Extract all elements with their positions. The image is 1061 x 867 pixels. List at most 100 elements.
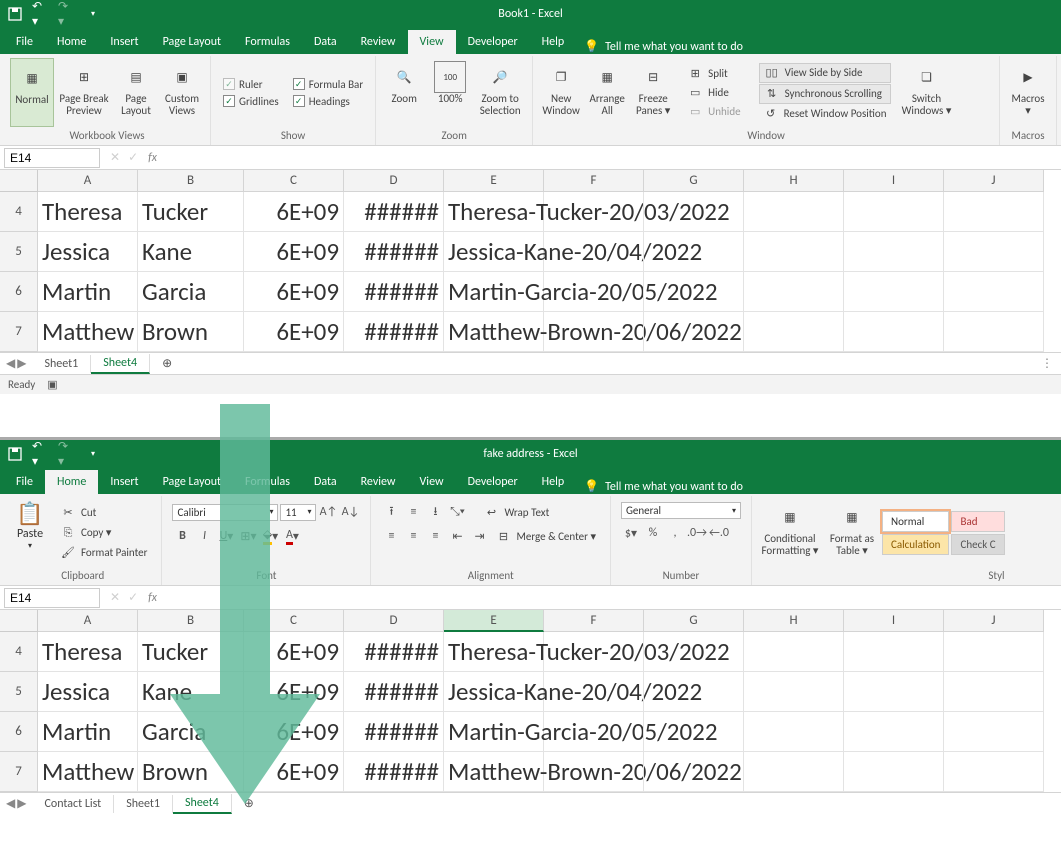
sheet-nav-prev-icon[interactable]: ◀ xyxy=(6,356,15,371)
cell-I4[interactable] xyxy=(844,192,944,232)
worksheet-grid-top[interactable]: ABCDEFGHIJ4TheresaTucker6E+09######There… xyxy=(0,170,1061,352)
select-all-corner[interactable] xyxy=(0,170,38,192)
macros-button[interactable]: ▶Macros ▾ xyxy=(1006,58,1050,127)
cell-J6[interactable] xyxy=(944,712,1044,752)
cell-J5[interactable] xyxy=(944,232,1044,272)
cell-style-normal[interactable]: Normal xyxy=(882,511,950,532)
synchronous-scrolling-button[interactable]: ⇅Synchronous Scrolling xyxy=(759,84,891,104)
cell-H6[interactable] xyxy=(744,272,844,312)
normal-view-button[interactable]: ▦Normal xyxy=(10,58,54,127)
cancel-formula-icon[interactable]: ✕ xyxy=(110,590,120,605)
cell-J7[interactable] xyxy=(944,312,1044,352)
tab-data[interactable]: Data xyxy=(302,470,349,494)
cell-A4[interactable]: Theresa xyxy=(38,192,138,232)
font-color-button[interactable]: A▾ xyxy=(282,526,302,546)
bold-button[interactable]: B xyxy=(172,526,192,546)
sheet-tab-contact-list[interactable]: Contact List xyxy=(32,795,114,813)
cell-F4[interactable] xyxy=(544,192,644,232)
conditional-formatting-button[interactable]: ▦Conditional Formatting ▾ xyxy=(758,498,822,567)
qat-customize-icon[interactable]: ▾ xyxy=(84,445,102,463)
formula-bar-checkbox[interactable]: ✓Formula Bar xyxy=(293,78,363,91)
format-as-table-button[interactable]: ▦Format as Table ▾ xyxy=(824,498,880,567)
tab-page-layout[interactable]: Page Layout xyxy=(151,470,233,494)
cell-H5[interactable] xyxy=(744,672,844,712)
tab-developer[interactable]: Developer xyxy=(456,470,530,494)
cell-E6[interactable]: Martin-Garcia-20/05/2022 xyxy=(444,272,544,312)
cell-I6[interactable] xyxy=(844,272,944,312)
cell-E5[interactable]: Jessica-Kane-20/04/2022 xyxy=(444,232,544,272)
cell-style-check[interactable]: Check C xyxy=(951,534,1004,555)
increase-font-icon[interactable]: A↑ xyxy=(318,502,338,522)
row-header-7[interactable]: 7 xyxy=(0,752,38,792)
cell-D4[interactable]: ###### xyxy=(344,192,444,232)
sheet-tab-sheet1[interactable]: Sheet1 xyxy=(32,355,91,373)
sheet-tab-sheet1[interactable]: Sheet1 xyxy=(114,795,173,813)
cell-style-bad[interactable]: Bad xyxy=(951,511,1004,532)
cell-I7[interactable] xyxy=(844,312,944,352)
cell-E6[interactable]: Martin-Garcia-20/05/2022 xyxy=(444,712,544,752)
decrease-indent-icon[interactable]: ⇤ xyxy=(447,526,467,546)
cell-I6[interactable] xyxy=(844,712,944,752)
cell-G7[interactable] xyxy=(644,752,744,792)
enter-formula-icon[interactable]: ✓ xyxy=(128,150,138,165)
new-sheet-button[interactable]: ⊕ xyxy=(232,794,266,813)
cell-G6[interactable] xyxy=(644,272,744,312)
column-header-H[interactable]: H xyxy=(744,610,844,632)
column-header-E[interactable]: E xyxy=(444,610,544,632)
cell-H7[interactable] xyxy=(744,752,844,792)
row-header-5[interactable]: 5 xyxy=(0,672,38,712)
zoom-button[interactable]: 🔍Zoom xyxy=(382,58,426,127)
row-header-7[interactable]: 7 xyxy=(0,312,38,352)
cell-C6[interactable]: 6E+09 xyxy=(244,712,344,752)
arrange-all-button[interactable]: ▦Arrange All xyxy=(585,58,629,127)
cell-J7[interactable] xyxy=(944,752,1044,792)
column-header-B[interactable]: B xyxy=(138,610,244,632)
cell-I5[interactable] xyxy=(844,232,944,272)
column-header-D[interactable]: D xyxy=(344,170,444,192)
tab-formulas[interactable]: Formulas xyxy=(233,470,302,494)
cell-C4[interactable]: 6E+09 xyxy=(244,192,344,232)
cell-G5[interactable] xyxy=(644,672,744,712)
cell-A6[interactable]: Martin xyxy=(38,712,138,752)
cell-A4[interactable]: Theresa xyxy=(38,632,138,672)
freeze-panes-button[interactable]: ⊟Freeze Panes ▾ xyxy=(631,58,675,127)
row-header-6[interactable]: 6 xyxy=(0,272,38,312)
font-name-combo[interactable]: Calibri▾ xyxy=(172,504,278,521)
macro-record-icon[interactable]: ▣ xyxy=(47,378,57,391)
italic-button[interactable]: I xyxy=(194,526,214,546)
cell-B7[interactable]: Brown xyxy=(138,752,244,792)
column-header-G[interactable]: G xyxy=(644,170,744,192)
decrease-font-icon[interactable]: A↓ xyxy=(340,502,360,522)
page-break-preview-button[interactable]: ⊞Page Break Preview xyxy=(56,58,112,127)
cell-F7[interactable] xyxy=(544,752,644,792)
increase-indent-icon[interactable]: ⇥ xyxy=(469,526,489,546)
cell-B6[interactable]: Garcia xyxy=(138,712,244,752)
row-header-4[interactable]: 4 xyxy=(0,632,38,672)
cell-G4[interactable] xyxy=(644,192,744,232)
tell-me-search[interactable]: 💡Tell me what you want to do xyxy=(584,479,743,494)
cell-D5[interactable]: ###### xyxy=(344,232,444,272)
cell-C6[interactable]: 6E+09 xyxy=(244,272,344,312)
cell-D7[interactable]: ###### xyxy=(344,312,444,352)
cut-button[interactable]: ✂Cut xyxy=(56,504,151,522)
fx-icon[interactable]: fx xyxy=(144,151,161,165)
column-header-F[interactable]: F xyxy=(544,170,644,192)
cell-G4[interactable] xyxy=(644,632,744,672)
underline-button[interactable]: U▾ xyxy=(216,526,236,546)
cell-B5[interactable]: Kane xyxy=(138,672,244,712)
cell-I7[interactable] xyxy=(844,752,944,792)
tab-view[interactable]: View xyxy=(408,470,456,494)
sheet-nav-next-icon[interactable]: ▶ xyxy=(17,356,26,371)
name-box[interactable] xyxy=(4,148,100,168)
format-painter-button[interactable]: 🖌Format Painter xyxy=(56,544,151,562)
tab-review[interactable]: Review xyxy=(349,470,408,494)
paste-button[interactable]: 📋Paste▾ xyxy=(10,498,50,567)
headings-checkbox[interactable]: ✓Headings xyxy=(293,95,363,108)
tab-file[interactable]: File xyxy=(4,470,45,494)
tab-insert[interactable]: Insert xyxy=(98,470,150,494)
align-left-icon[interactable]: ≡ xyxy=(381,526,401,546)
cell-G6[interactable] xyxy=(644,712,744,752)
tab-home[interactable]: Home xyxy=(45,470,98,494)
cell-F7[interactable] xyxy=(544,312,644,352)
column-header-C[interactable]: C xyxy=(244,170,344,192)
